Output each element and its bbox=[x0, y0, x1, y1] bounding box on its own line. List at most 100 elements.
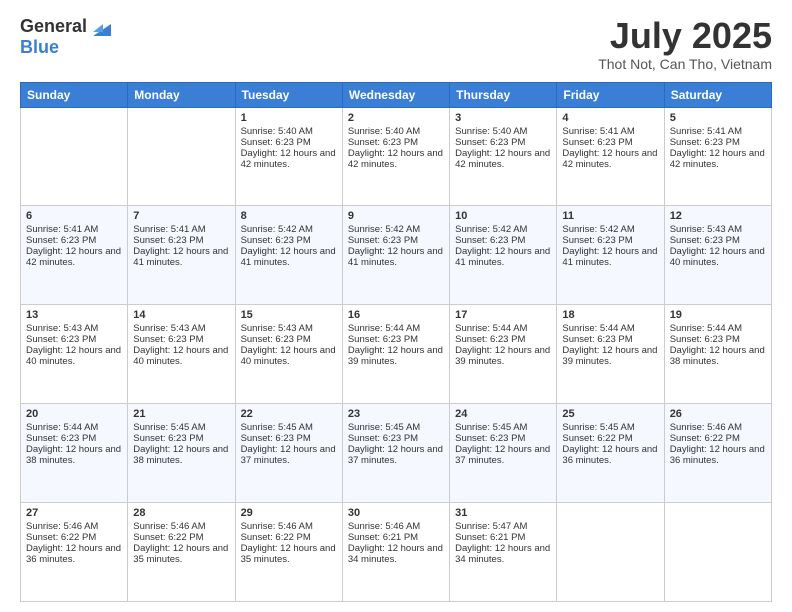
day-number: 4 bbox=[562, 112, 658, 124]
sunrise-text: Sunrise: 5:45 AM bbox=[455, 422, 527, 433]
calendar-week-row: 27 Sunrise: 5:46 AM Sunset: 6:22 PM Dayl… bbox=[21, 503, 772, 602]
daylight-text: Daylight: 12 hours and 42 minutes. bbox=[348, 148, 443, 170]
logo-blue-text: Blue bbox=[20, 37, 59, 57]
calendar-cell: 23 Sunrise: 5:45 AM Sunset: 6:23 PM Dayl… bbox=[342, 404, 449, 503]
sunset-text: Sunset: 6:23 PM bbox=[562, 334, 632, 345]
calendar-cell: 18 Sunrise: 5:44 AM Sunset: 6:23 PM Dayl… bbox=[557, 305, 664, 404]
logo-general-text: General bbox=[20, 16, 87, 37]
daylight-text: Daylight: 12 hours and 38 minutes. bbox=[26, 444, 121, 466]
day-number: 19 bbox=[670, 309, 766, 321]
calendar-cell: 3 Sunrise: 5:40 AM Sunset: 6:23 PM Dayli… bbox=[450, 107, 557, 206]
calendar-week-row: 13 Sunrise: 5:43 AM Sunset: 6:23 PM Dayl… bbox=[21, 305, 772, 404]
sunset-text: Sunset: 6:23 PM bbox=[133, 235, 203, 246]
daylight-text: Daylight: 12 hours and 41 minutes. bbox=[241, 246, 336, 268]
calendar-cell: 2 Sunrise: 5:40 AM Sunset: 6:23 PM Dayli… bbox=[342, 107, 449, 206]
daylight-text: Daylight: 12 hours and 39 minutes. bbox=[562, 345, 657, 367]
daylight-text: Daylight: 12 hours and 38 minutes. bbox=[133, 444, 228, 466]
calendar-cell: 12 Sunrise: 5:43 AM Sunset: 6:23 PM Dayl… bbox=[664, 206, 771, 305]
day-number: 20 bbox=[26, 408, 122, 420]
calendar-week-row: 6 Sunrise: 5:41 AM Sunset: 6:23 PM Dayli… bbox=[21, 206, 772, 305]
sunset-text: Sunset: 6:23 PM bbox=[241, 137, 311, 148]
daylight-text: Daylight: 12 hours and 39 minutes. bbox=[348, 345, 443, 367]
sunrise-text: Sunrise: 5:43 AM bbox=[241, 323, 313, 334]
sunset-text: Sunset: 6:21 PM bbox=[348, 532, 418, 543]
sunrise-text: Sunrise: 5:45 AM bbox=[348, 422, 420, 433]
sunrise-text: Sunrise: 5:42 AM bbox=[562, 224, 634, 235]
daylight-text: Daylight: 12 hours and 37 minutes. bbox=[241, 444, 336, 466]
page: General Blue July 2025 Thot Not, Can Tho… bbox=[0, 0, 792, 612]
sunrise-text: Sunrise: 5:42 AM bbox=[241, 224, 313, 235]
calendar-header-row: SundayMondayTuesdayWednesdayThursdayFrid… bbox=[21, 82, 772, 107]
sunset-text: Sunset: 6:23 PM bbox=[348, 334, 418, 345]
sunrise-text: Sunrise: 5:46 AM bbox=[26, 521, 98, 532]
day-number: 25 bbox=[562, 408, 658, 420]
title-section: July 2025 Thot Not, Can Tho, Vietnam bbox=[598, 16, 772, 72]
sunrise-text: Sunrise: 5:40 AM bbox=[455, 126, 527, 137]
sunset-text: Sunset: 6:23 PM bbox=[241, 235, 311, 246]
daylight-text: Daylight: 12 hours and 39 minutes. bbox=[455, 345, 550, 367]
sunrise-text: Sunrise: 5:45 AM bbox=[133, 422, 205, 433]
sunrise-text: Sunrise: 5:44 AM bbox=[562, 323, 634, 334]
calendar-cell: 8 Sunrise: 5:42 AM Sunset: 6:23 PM Dayli… bbox=[235, 206, 342, 305]
calendar-table: SundayMondayTuesdayWednesdayThursdayFrid… bbox=[20, 82, 772, 602]
day-number: 13 bbox=[26, 309, 122, 321]
daylight-text: Daylight: 12 hours and 42 minutes. bbox=[26, 246, 121, 268]
daylight-text: Daylight: 12 hours and 41 minutes. bbox=[133, 246, 228, 268]
daylight-text: Daylight: 12 hours and 35 minutes. bbox=[133, 543, 228, 565]
calendar-cell: 26 Sunrise: 5:46 AM Sunset: 6:22 PM Dayl… bbox=[664, 404, 771, 503]
sunset-text: Sunset: 6:23 PM bbox=[241, 433, 311, 444]
sunrise-text: Sunrise: 5:46 AM bbox=[348, 521, 420, 532]
sunrise-text: Sunrise: 5:46 AM bbox=[670, 422, 742, 433]
daylight-text: Daylight: 12 hours and 41 minutes. bbox=[562, 246, 657, 268]
sunset-text: Sunset: 6:23 PM bbox=[670, 334, 740, 345]
calendar-cell: 21 Sunrise: 5:45 AM Sunset: 6:23 PM Dayl… bbox=[128, 404, 235, 503]
day-number: 28 bbox=[133, 507, 229, 519]
daylight-text: Daylight: 12 hours and 41 minutes. bbox=[455, 246, 550, 268]
day-number: 14 bbox=[133, 309, 229, 321]
day-number: 31 bbox=[455, 507, 551, 519]
calendar-day-header: Wednesday bbox=[342, 82, 449, 107]
calendar-cell: 20 Sunrise: 5:44 AM Sunset: 6:23 PM Dayl… bbox=[21, 404, 128, 503]
sunset-text: Sunset: 6:23 PM bbox=[26, 334, 96, 345]
calendar-cell: 5 Sunrise: 5:41 AM Sunset: 6:23 PM Dayli… bbox=[664, 107, 771, 206]
sunset-text: Sunset: 6:23 PM bbox=[670, 137, 740, 148]
calendar-cell: 16 Sunrise: 5:44 AM Sunset: 6:23 PM Dayl… bbox=[342, 305, 449, 404]
sunrise-text: Sunrise: 5:47 AM bbox=[455, 521, 527, 532]
day-number: 9 bbox=[348, 210, 444, 222]
location: Thot Not, Can Tho, Vietnam bbox=[598, 56, 772, 72]
calendar-cell: 22 Sunrise: 5:45 AM Sunset: 6:23 PM Dayl… bbox=[235, 404, 342, 503]
day-number: 29 bbox=[241, 507, 337, 519]
day-number: 21 bbox=[133, 408, 229, 420]
daylight-text: Daylight: 12 hours and 42 minutes. bbox=[562, 148, 657, 170]
sunrise-text: Sunrise: 5:45 AM bbox=[241, 422, 313, 433]
calendar-cell: 13 Sunrise: 5:43 AM Sunset: 6:23 PM Dayl… bbox=[21, 305, 128, 404]
calendar-cell: 4 Sunrise: 5:41 AM Sunset: 6:23 PM Dayli… bbox=[557, 107, 664, 206]
sunset-text: Sunset: 6:22 PM bbox=[241, 532, 311, 543]
calendar-cell: 15 Sunrise: 5:43 AM Sunset: 6:23 PM Dayl… bbox=[235, 305, 342, 404]
daylight-text: Daylight: 12 hours and 41 minutes. bbox=[348, 246, 443, 268]
calendar-cell: 17 Sunrise: 5:44 AM Sunset: 6:23 PM Dayl… bbox=[450, 305, 557, 404]
sunset-text: Sunset: 6:23 PM bbox=[455, 433, 525, 444]
day-number: 8 bbox=[241, 210, 337, 222]
calendar-week-row: 20 Sunrise: 5:44 AM Sunset: 6:23 PM Dayl… bbox=[21, 404, 772, 503]
sunset-text: Sunset: 6:23 PM bbox=[26, 433, 96, 444]
sunset-text: Sunset: 6:23 PM bbox=[670, 235, 740, 246]
sunrise-text: Sunrise: 5:46 AM bbox=[133, 521, 205, 532]
calendar-cell: 1 Sunrise: 5:40 AM Sunset: 6:23 PM Dayli… bbox=[235, 107, 342, 206]
calendar-cell bbox=[128, 107, 235, 206]
day-number: 5 bbox=[670, 112, 766, 124]
day-number: 30 bbox=[348, 507, 444, 519]
sunset-text: Sunset: 6:22 PM bbox=[26, 532, 96, 543]
calendar-cell: 6 Sunrise: 5:41 AM Sunset: 6:23 PM Dayli… bbox=[21, 206, 128, 305]
sunrise-text: Sunrise: 5:41 AM bbox=[26, 224, 98, 235]
daylight-text: Daylight: 12 hours and 42 minutes. bbox=[670, 148, 765, 170]
calendar-cell: 27 Sunrise: 5:46 AM Sunset: 6:22 PM Dayl… bbox=[21, 503, 128, 602]
calendar-cell bbox=[21, 107, 128, 206]
logo-icon bbox=[89, 18, 111, 36]
day-number: 15 bbox=[241, 309, 337, 321]
daylight-text: Daylight: 12 hours and 36 minutes. bbox=[26, 543, 121, 565]
sunset-text: Sunset: 6:23 PM bbox=[241, 334, 311, 345]
calendar-cell: 11 Sunrise: 5:42 AM Sunset: 6:23 PM Dayl… bbox=[557, 206, 664, 305]
sunrise-text: Sunrise: 5:44 AM bbox=[670, 323, 742, 334]
sunset-text: Sunset: 6:23 PM bbox=[455, 334, 525, 345]
